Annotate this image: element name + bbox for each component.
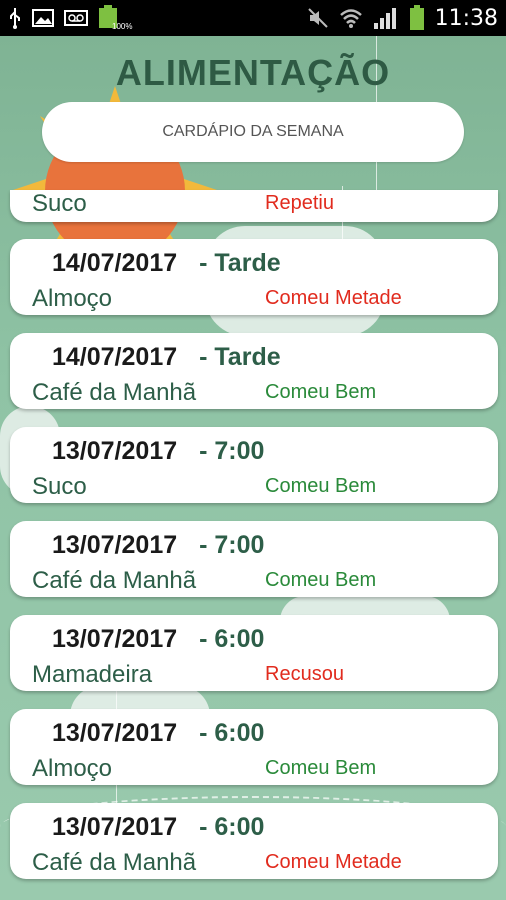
meal-name: Mamadeira <box>32 661 153 688</box>
meal-date: 14/07/2017 <box>52 249 178 277</box>
meal-header: 13/07/2017 - 6:00 <box>52 625 264 654</box>
meal-card-partial[interactable]: Suco Repetiu <box>10 190 498 222</box>
wifi-icon <box>339 7 363 29</box>
meal-status: Comeu Bem <box>265 381 377 403</box>
meal-period: - Tarde <box>199 249 281 277</box>
meal-header: 13/07/2017 - 7:00 <box>52 531 264 560</box>
meal-date: 13/07/2017 <box>52 719 178 747</box>
meal-status: Comeu Bem <box>265 475 377 497</box>
meal-header: 13/07/2017 - 7:00 <box>52 437 264 466</box>
battery-percent: 100% <box>112 22 133 31</box>
meal-header: 14/07/2017 - Tarde <box>52 343 281 372</box>
meal-card[interactable]: 14/07/2017 - Tarde Almoço Comeu Metade <box>10 239 498 315</box>
meal-name: Almoço <box>32 285 113 312</box>
signal-icon <box>373 7 399 29</box>
meal-date: 13/07/2017 <box>52 437 178 465</box>
meal-header: 13/07/2017 - 6:00 <box>52 813 264 842</box>
usb-icon <box>8 7 22 29</box>
voicemail-icon <box>64 10 88 26</box>
meal-header: 13/07/2017 - 6:00 <box>52 719 264 748</box>
meal-period: - 7:00 <box>199 531 265 559</box>
meal-period: - 6:00 <box>199 813 265 841</box>
meal-name: Suco <box>32 190 87 217</box>
meal-card[interactable]: 13/07/2017 - 7:00 Café da Manhã Comeu Bem <box>10 521 498 597</box>
meal-name: Suco <box>32 473 87 500</box>
meal-name: Café da Manhã <box>32 849 197 876</box>
status-time: 11:38 <box>434 5 498 31</box>
meal-name: Almoço <box>32 755 113 782</box>
meal-status: Comeu Bem <box>265 569 377 591</box>
meal-status: Comeu Bem <box>265 757 377 779</box>
meal-name: Café da Manhã <box>32 567 197 594</box>
meal-date: 14/07/2017 <box>52 343 178 371</box>
meal-card[interactable]: 13/07/2017 - 6:00 Almoço Comeu Bem <box>10 709 498 785</box>
meal-period: - Tarde <box>199 343 281 371</box>
meal-period: - 7:00 <box>199 437 265 465</box>
meal-card[interactable]: 14/07/2017 - Tarde Café da Manhã Comeu Be… <box>10 333 498 409</box>
image-icon <box>32 9 54 27</box>
meal-card[interactable]: 13/07/2017 - 6:00 Café da Manhã Comeu Met… <box>10 803 498 879</box>
meal-status: Repetiu <box>265 192 334 214</box>
meal-name: Café da Manhã <box>32 379 197 406</box>
status-bar: 100% 11:38 <box>0 0 506 36</box>
meal-card[interactable]: 13/07/2017 - 6:00 Mamadeira Recusou <box>10 615 498 691</box>
weekly-menu-button[interactable]: CARDÁPIO DA SEMANA <box>42 102 464 162</box>
meal-date: 13/07/2017 <box>52 813 178 841</box>
meal-period: - 6:00 <box>199 719 265 747</box>
meal-status: Recusou <box>265 663 344 685</box>
meal-date: 13/07/2017 <box>52 531 178 559</box>
meal-status: Comeu Metade <box>265 287 402 309</box>
meal-date: 13/07/2017 <box>52 625 178 653</box>
meal-status: Comeu Metade <box>265 851 402 873</box>
mute-icon <box>307 7 329 29</box>
page-title: ALIMENTAÇÃO <box>115 52 391 93</box>
meal-period: - 6:00 <box>199 625 265 653</box>
meal-card[interactable]: 13/07/2017 - 7:00 Suco Comeu Bem <box>10 427 498 503</box>
battery-icon <box>409 5 425 31</box>
meal-header: 14/07/2017 - Tarde <box>52 249 281 278</box>
